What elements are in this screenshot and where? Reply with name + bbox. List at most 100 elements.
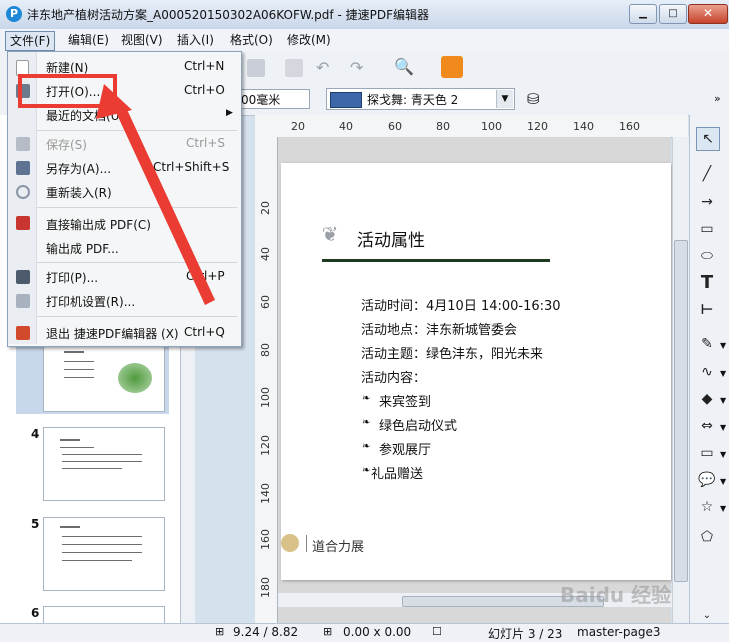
menu-insert[interactable]: 插入(I)	[173, 31, 218, 49]
color-select-label: 探戈舞: 青天色 2	[367, 93, 459, 107]
menu-edit[interactable]: 编辑(E)	[64, 31, 113, 49]
color-swatch	[330, 92, 362, 108]
slide-thumbnail-4[interactable]	[43, 427, 165, 501]
slide-text-line[interactable]: 活动内容：	[361, 367, 426, 386]
chevron-down-icon[interactable]: ▼	[720, 450, 726, 459]
footer-separator	[306, 535, 307, 552]
slide-number: 6	[31, 606, 40, 620]
object-size-icon: ⊞	[323, 625, 333, 638]
star-shape-icon[interactable]: ☆	[696, 496, 718, 518]
slide-bullet[interactable]: 来宾签到	[379, 391, 431, 410]
minimize-button[interactable]: ▁	[629, 4, 657, 24]
minimize-icon: ▁	[639, 8, 647, 19]
title-divider	[322, 259, 550, 262]
slide-bullet[interactable]: 礼品赠送	[371, 463, 423, 482]
shortcut-label: Ctrl+Q	[184, 325, 225, 339]
line-width-field[interactable]: 00毫米	[236, 89, 310, 109]
purchase-icon[interactable]	[441, 56, 463, 78]
line-tool-icon[interactable]: ╱	[696, 163, 718, 185]
chevron-down-icon[interactable]: ▼	[720, 341, 726, 350]
menu-item-exit[interactable]: 退出 捷速PDF编辑器 (X)	[46, 325, 179, 342]
undo-icon[interactable]: ↶	[316, 58, 329, 77]
slide-bullet[interactable]: 绿色启动仪式	[379, 415, 457, 434]
slide-footer-text: 道合力展	[312, 540, 365, 555]
menu-modify[interactable]: 修改(M)	[283, 31, 335, 49]
submenu-arrow-icon: ▶	[226, 108, 233, 118]
menu-file[interactable]: 文件(F)	[5, 31, 56, 51]
close-button[interactable]: ✕	[688, 4, 728, 24]
bullet-icon: ❧	[362, 465, 371, 476]
menu-view[interactable]: 视图(V)	[117, 31, 167, 49]
menu-item-save-as[interactable]: 另存为(A)...	[46, 160, 111, 177]
menu-item-printer-settings[interactable]: 打印机设置(R)...	[46, 293, 135, 310]
tree-thumbnail-image	[118, 363, 152, 393]
bullet-icon: ❧	[362, 417, 371, 428]
paint-bucket-icon[interactable]: ⛁	[527, 90, 540, 108]
chevron-down-icon[interactable]: ▼	[720, 477, 726, 486]
menu-item-reload[interactable]: 重新装入(R)	[46, 184, 112, 201]
maximize-button[interactable]: □	[659, 4, 687, 24]
zoom-icon[interactable]: 🔍	[394, 57, 414, 76]
shortcut-label: Ctrl+O	[184, 83, 225, 97]
flowchart-icon[interactable]: ▭	[696, 442, 718, 464]
slide-number: 4	[31, 427, 40, 441]
slide-thumbnail-3[interactable]	[43, 336, 165, 412]
fit-text-tool-icon[interactable]: ⊢	[696, 299, 718, 321]
connector-tool-icon[interactable]: ∿	[696, 361, 718, 383]
chevron-down-icon[interactable]: ▼	[720, 504, 726, 513]
text-tool-icon[interactable]: T	[696, 272, 718, 294]
save-icon	[16, 137, 30, 151]
vertical-scroll-thumb[interactable]	[674, 240, 688, 582]
slide-thumbnail-5[interactable]	[43, 517, 165, 591]
block-arrows-icon[interactable]: ⇔	[696, 415, 718, 437]
menu-format[interactable]: 格式(O)	[226, 31, 277, 49]
chevron-down-icon[interactable]: ▼	[720, 423, 726, 432]
menu-item-save[interactable]: 保存(S)	[46, 136, 87, 153]
ornament-icon: ❦	[321, 222, 339, 246]
clone-format-icon[interactable]	[285, 59, 303, 77]
printer-icon	[16, 270, 30, 284]
menu-item-recent-documents[interactable]: 最近的文档(U)	[46, 107, 124, 124]
cursor-position-icon: ⊞	[215, 625, 225, 638]
drawing-tools-panel: ↖ ╱ → ▭ ⬭ T ⊢ ✎ ▼ ∿ ▼ ◆ ▼ ⇔ ▼ ▭ ▼ 💬 ▼ ☆ …	[689, 115, 729, 623]
slide-thumbnail-6[interactable]	[43, 606, 165, 623]
arrow-tool-icon[interactable]: →	[696, 191, 718, 213]
pdf-export-icon	[16, 216, 30, 230]
menu-separator	[37, 316, 237, 317]
slide-title[interactable]: 活动属性	[357, 226, 425, 251]
menu-separator	[37, 207, 237, 208]
slide-text-line[interactable]: 活动主题：绿色沣东，阳光未来	[361, 343, 543, 362]
select-pointer-icon[interactable]: ↖	[696, 127, 720, 151]
master-page-indicator: master-page3	[577, 625, 661, 639]
chevron-down-icon[interactable]: ▼	[496, 90, 513, 108]
chevron-down-icon[interactable]: ▼	[720, 369, 726, 378]
document-modified-icon: ☐	[432, 625, 442, 638]
chevron-down-icon[interactable]: ▼	[720, 396, 726, 405]
shortcut-label: Ctrl+Shift+S	[153, 160, 230, 174]
callout-icon[interactable]: 💬	[696, 469, 718, 491]
window-title: 沣东地产植树活动方案_A000520150302A06KOFW.pdf - 捷速…	[27, 8, 429, 22]
redo-icon[interactable]: ↷	[350, 58, 363, 77]
watermark: Baidu 经验	[560, 583, 672, 607]
reload-icon	[16, 185, 30, 199]
polygon-tool-icon[interactable]: ⬠	[696, 526, 718, 548]
toolbar-overflow-icon[interactable]: »	[714, 92, 721, 105]
menu-item-export-pdf[interactable]: 输出成 PDF...	[46, 240, 119, 257]
slide-text-line[interactable]: 活动地点：沣东新城管委会	[361, 319, 517, 338]
paste-icon[interactable]	[247, 59, 265, 77]
annotation-highlight-box	[18, 74, 117, 108]
shortcut-label: Ctrl+S	[186, 136, 226, 150]
menu-item-export-pdf-direct[interactable]: 直接输出成 PDF(C)	[46, 216, 151, 233]
curve-tool-icon[interactable]: ✎	[696, 333, 718, 355]
menu-item-print[interactable]: 打印(P)...	[46, 269, 98, 286]
ellipse-tool-icon[interactable]: ⬭	[696, 245, 718, 267]
bullet-icon: ❧	[362, 441, 371, 452]
fill-color-select[interactable]: 探戈舞: 青天色 2 ▼	[326, 88, 515, 110]
app-logo-icon: P	[6, 6, 22, 22]
menu-separator	[37, 262, 237, 263]
basic-shapes-icon[interactable]: ◆	[696, 388, 718, 410]
slide-text-line[interactable]: 活动时间：4月10日 14:00-16:30	[361, 295, 561, 314]
brand-logo-icon	[281, 534, 299, 552]
rectangle-tool-icon[interactable]: ▭	[696, 218, 718, 240]
slide-bullet[interactable]: 参观展厅	[379, 439, 431, 458]
